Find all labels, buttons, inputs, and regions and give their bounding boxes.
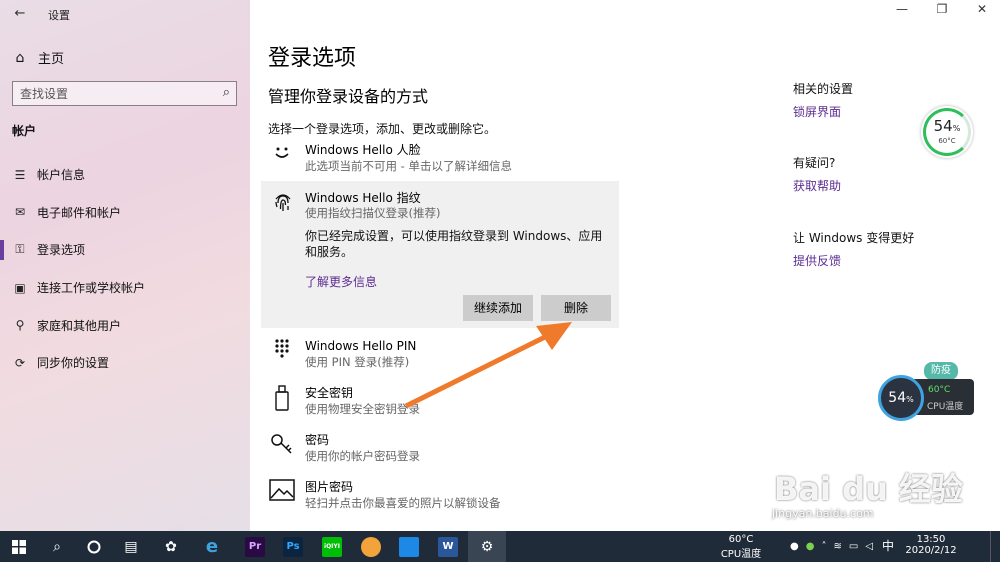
wechat-icon[interactable]: ● — [806, 541, 815, 552]
clock-date: 2020/2/12 — [905, 545, 957, 556]
show-desktop-button[interactable] — [990, 531, 1000, 562]
watermark-brand: Bai du 经验 — [774, 470, 963, 508]
cpu-float-temp: 60°C — [928, 385, 951, 395]
start-icon[interactable] — [0, 531, 38, 562]
cpu-gauge-temp: 60°C — [938, 137, 956, 145]
tray-clock[interactable]: 13:50 2020/2/12 — [900, 531, 962, 562]
photoshop-icon[interactable]: Ps — [274, 531, 312, 562]
tray-cpu-temp-value: 60°C — [728, 534, 754, 545]
chevron-up-icon[interactable]: ˄ — [821, 541, 826, 552]
settings-icon[interactable]: ⚙ — [468, 531, 506, 562]
task-view-icon[interactable]: ▤ — [112, 531, 150, 562]
clock-time: 13:50 — [916, 534, 946, 545]
cpu-float-badge: 防疫 — [924, 362, 958, 380]
baidu-watermark: Bai du 经验 jingyan.baidu.com — [760, 462, 1000, 532]
iqiyi-icon[interactable]: iQIYI — [313, 531, 351, 562]
volume-icon[interactable]: ◁ — [865, 541, 873, 552]
ie-icon[interactable]: e — [193, 531, 231, 562]
pinwheel-icon[interactable]: ✿ — [152, 531, 190, 562]
taskbar: ⌕ ▤ ✿ e Pr Ps iQIYI W ⚙ 60°C CPU温度 ● ● ˄… — [0, 531, 1000, 562]
qq-icon[interactable]: ● — [790, 541, 799, 552]
cpu-float-label: CPU温度 — [927, 402, 964, 412]
ime-indicator[interactable]: 中 — [882, 531, 898, 562]
cortana-icon[interactable] — [75, 531, 113, 562]
wifi-icon[interactable]: ≋ — [833, 541, 841, 552]
tray-icons: ● ● ˄ ≋ ▭ ◁ — [790, 531, 880, 562]
tray-cpu-temp-label: CPU温度 — [720, 549, 762, 560]
tray-cpu-temp[interactable]: 60°C CPU温度 — [718, 531, 764, 562]
search-icon[interactable]: ⌕ — [38, 531, 76, 562]
browser-icon[interactable] — [352, 531, 390, 562]
cpu-float-percent: 54% — [878, 375, 924, 421]
battery-icon[interactable]: ▭ — [849, 541, 858, 552]
premiere-icon[interactable]: Pr — [236, 531, 274, 562]
word-icon[interactable]: W — [429, 531, 467, 562]
cpu-gauge-percent: 54% — [933, 117, 961, 135]
cpu-float-widget[interactable]: 防疫 54% 60°C CPU温度 — [878, 362, 974, 422]
watermark-url: jingyan.baidu.com — [772, 507, 874, 520]
tablet-icon[interactable] — [390, 531, 428, 562]
cpu-gauge-widget[interactable]: 54% 60°C — [921, 106, 973, 158]
